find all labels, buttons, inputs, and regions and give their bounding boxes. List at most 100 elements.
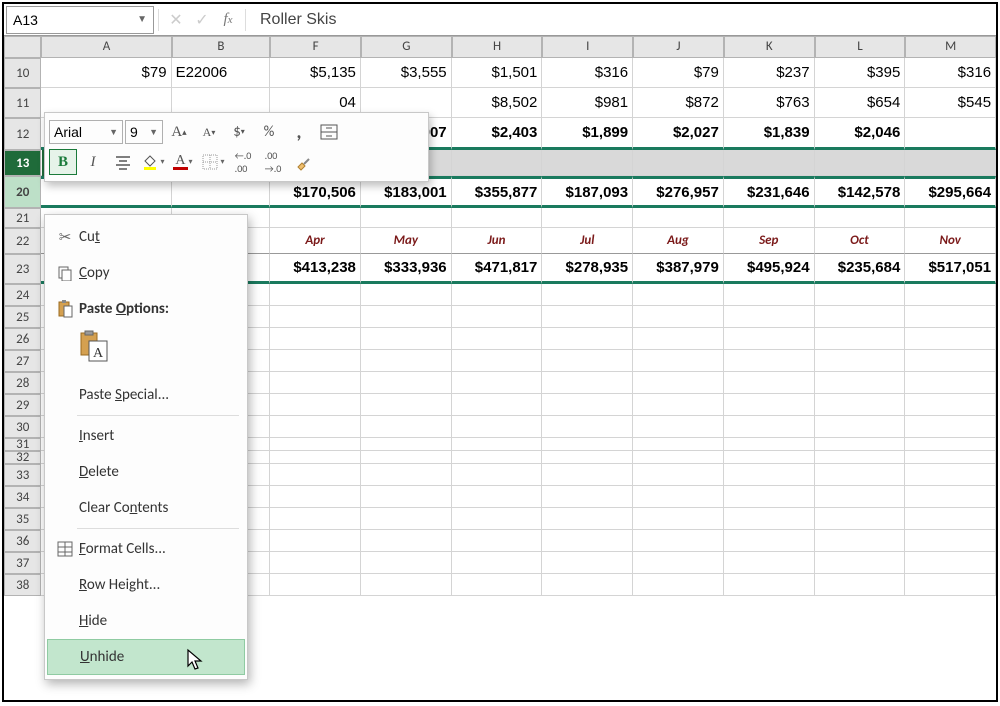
row-header-12[interactable]: 12 (4, 118, 41, 150)
cell[interactable] (633, 486, 724, 508)
cell[interactable]: $545 (905, 88, 996, 118)
cell[interactable] (361, 464, 452, 486)
cell[interactable] (542, 350, 633, 372)
cell[interactable] (815, 508, 906, 530)
row-header-30[interactable]: 30 (4, 416, 41, 438)
cell[interactable] (542, 394, 633, 416)
cell[interactable] (452, 284, 543, 306)
row-header-34[interactable]: 34 (4, 486, 41, 508)
cell[interactable] (633, 284, 724, 306)
cell[interactable] (815, 394, 906, 416)
cell[interactable]: $517,051 (905, 254, 996, 284)
cell[interactable] (724, 394, 815, 416)
cell[interactable] (724, 508, 815, 530)
column-header-M[interactable]: M (905, 36, 996, 58)
row-header-11[interactable]: 11 (4, 88, 41, 118)
column-header-I[interactable]: I (542, 36, 633, 58)
cell[interactable] (452, 150, 543, 176)
cell[interactable] (270, 438, 361, 451)
borders-button[interactable]: ▾ (199, 149, 227, 175)
cell[interactable] (633, 328, 724, 350)
cell[interactable] (452, 486, 543, 508)
cell[interactable] (361, 574, 452, 596)
cell[interactable] (542, 150, 633, 176)
font-name-input[interactable]: Arial ▼ (49, 120, 123, 144)
cell[interactable] (542, 328, 633, 350)
cell[interactable]: Oct (815, 228, 906, 254)
cell[interactable] (542, 306, 633, 328)
cell[interactable] (270, 328, 361, 350)
shrink-font-button[interactable]: A▾ (195, 119, 223, 145)
cell[interactable]: $187,093 (542, 176, 633, 208)
select-all-corner[interactable] (4, 36, 41, 58)
cell[interactable] (361, 486, 452, 508)
cell[interactable] (633, 208, 724, 228)
row-header-28[interactable]: 28 (4, 372, 41, 394)
row-header-26[interactable]: 26 (4, 328, 41, 350)
row-header-35[interactable]: 35 (4, 508, 41, 530)
cell[interactable] (542, 208, 633, 228)
cell[interactable] (724, 328, 815, 350)
font-size-input[interactable]: 9 ▼ (125, 120, 163, 144)
cell[interactable]: $387,979 (633, 254, 724, 284)
cell[interactable] (361, 530, 452, 552)
cell[interactable]: $237 (724, 58, 815, 88)
cell[interactable] (633, 372, 724, 394)
column-header-F[interactable]: F (270, 36, 361, 58)
ctx-cut[interactable]: ✂ Cut (47, 219, 245, 255)
cell[interactable] (361, 284, 452, 306)
row-header-27[interactable]: 27 (4, 350, 41, 372)
cell[interactable] (905, 508, 996, 530)
cell[interactable]: $333,936 (361, 254, 452, 284)
cell[interactable]: $1,501 (452, 58, 543, 88)
row-header-13[interactable]: 13 (4, 150, 41, 176)
cell[interactable]: Jul (542, 228, 633, 254)
cell[interactable] (361, 328, 452, 350)
cell[interactable] (542, 416, 633, 438)
cell[interactable] (815, 328, 906, 350)
cell[interactable]: Aug (633, 228, 724, 254)
ctx-copy[interactable]: Copy (47, 255, 245, 291)
paste-keep-text-icon[interactable]: A (77, 329, 111, 363)
cell[interactable] (452, 530, 543, 552)
row-header-22[interactable]: 22 (4, 228, 41, 254)
cell[interactable] (905, 552, 996, 574)
cell[interactable] (361, 350, 452, 372)
cell[interactable] (815, 150, 906, 176)
column-header-B[interactable]: B (172, 36, 271, 58)
percent-format-button[interactable]: % (255, 119, 283, 145)
cell[interactable] (270, 284, 361, 306)
cell[interactable] (452, 438, 543, 451)
cell[interactable]: $142,578 (815, 176, 906, 208)
ctx-unhide[interactable]: Unhide (47, 639, 245, 675)
cell[interactable] (452, 306, 543, 328)
cell[interactable] (905, 530, 996, 552)
cell[interactable]: $316 (542, 58, 633, 88)
cell[interactable] (452, 574, 543, 596)
ctx-insert[interactable]: Insert (47, 418, 245, 454)
cell[interactable] (633, 574, 724, 596)
cell[interactable]: $295,664 (905, 176, 996, 208)
cell[interactable] (724, 150, 815, 176)
cell[interactable] (724, 350, 815, 372)
row-header-36[interactable]: 36 (4, 530, 41, 552)
grow-font-button[interactable]: A▴ (165, 119, 193, 145)
cell[interactable] (452, 208, 543, 228)
cell[interactable]: Sep (724, 228, 815, 254)
cell[interactable]: $79 (41, 58, 171, 88)
cell[interactable] (815, 350, 906, 372)
cell[interactable] (905, 150, 996, 176)
cell[interactable] (542, 486, 633, 508)
cell[interactable] (633, 464, 724, 486)
cell[interactable] (905, 284, 996, 306)
cell[interactable]: $2,403 (452, 118, 543, 150)
cell[interactable] (724, 306, 815, 328)
cell[interactable] (542, 574, 633, 596)
cell[interactable] (361, 451, 452, 464)
cell[interactable] (361, 394, 452, 416)
cell[interactable] (452, 508, 543, 530)
cell[interactable] (905, 394, 996, 416)
row-header-21[interactable]: 21 (4, 208, 41, 228)
cell[interactable] (452, 464, 543, 486)
cell[interactable] (542, 284, 633, 306)
